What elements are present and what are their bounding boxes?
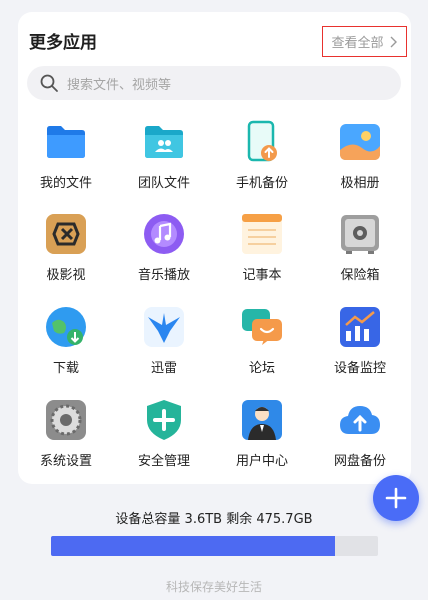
security-shield-icon: [147, 400, 181, 440]
chevron-right-icon: [390, 36, 397, 47]
app-label: 音乐播放: [137, 268, 190, 283]
team-folder-icon: [145, 126, 183, 158]
app-photo-album[interactable]: 极相册: [312, 120, 408, 212]
forum-icon: [242, 309, 282, 345]
app-label: 团队文件: [137, 176, 190, 191]
plus-icon: [385, 487, 407, 509]
app-team-files[interactable]: 团队文件: [116, 120, 212, 212]
video-icon: [46, 214, 86, 254]
app-label: 我的文件: [39, 176, 92, 191]
app-download[interactable]: 下载: [18, 305, 114, 397]
app-label: 记事本: [242, 268, 282, 283]
folder-icon: [47, 126, 85, 158]
monitor-icon: [340, 307, 380, 347]
search-input[interactable]: 搜索文件、视频等: [27, 66, 401, 100]
app-label: 极相册: [340, 176, 380, 191]
page-title: 更多应用: [29, 33, 97, 53]
app-label: 论坛: [248, 361, 275, 376]
app-video[interactable]: 极影视: [18, 212, 114, 304]
app-notepad[interactable]: 记事本: [214, 212, 310, 304]
user-center-icon: [242, 400, 282, 440]
app-label: 安全管理: [137, 454, 190, 469]
cloud-backup-icon: [340, 406, 380, 434]
app-label: 网盘备份: [333, 454, 386, 469]
view-all-label: 查看全部: [331, 36, 384, 51]
app-thunder[interactable]: 迅雷: [116, 305, 212, 397]
app-music[interactable]: 音乐播放: [116, 212, 212, 304]
settings-icon: [46, 400, 86, 440]
app-security[interactable]: 安全管理: [116, 398, 212, 490]
app-forum[interactable]: 论坛: [214, 305, 310, 397]
view-all-button[interactable]: 查看全部: [322, 26, 407, 57]
search-icon: [40, 74, 58, 92]
app-safe[interactable]: 保险箱: [312, 212, 408, 304]
thunder-icon: [144, 307, 184, 347]
app-device-monitor[interactable]: 设备监控: [312, 305, 408, 397]
storage-usage-bar: [51, 536, 378, 556]
photo-album-icon: [340, 124, 380, 160]
app-label: 手机备份: [235, 176, 288, 191]
app-label: 设备监控: [333, 361, 386, 376]
storage-summary: 设备总容量 3.6TB 剩余 475.7GB: [115, 512, 313, 527]
app-label: 系统设置: [39, 454, 92, 469]
footer-slogan: 科技保存美好生活: [165, 580, 262, 594]
download-icon: [46, 307, 86, 347]
app-my-files[interactable]: 我的文件: [18, 120, 114, 212]
safe-icon: [341, 215, 379, 254]
app-phone-backup[interactable]: 手机备份: [214, 120, 310, 212]
search-placeholder: 搜索文件、视频等: [67, 77, 172, 93]
app-label: 下载: [52, 361, 79, 376]
notepad-icon: [242, 214, 282, 254]
app-label: 极影视: [46, 268, 86, 283]
phone-backup-icon: [247, 120, 277, 162]
app-system-settings[interactable]: 系统设置: [18, 398, 114, 490]
storage-usage-fill: [51, 536, 336, 556]
app-label: 保险箱: [340, 268, 380, 283]
app-label: 用户中心: [235, 454, 288, 469]
music-icon: [144, 214, 184, 254]
app-user-center[interactable]: 用户中心: [214, 398, 310, 490]
more-apps-card: 更多应用 查看全部 搜索文件、视频等 我的文件 团队文件 手机备份 极相册 极影…: [18, 12, 411, 484]
app-label: 迅雷: [150, 361, 177, 376]
